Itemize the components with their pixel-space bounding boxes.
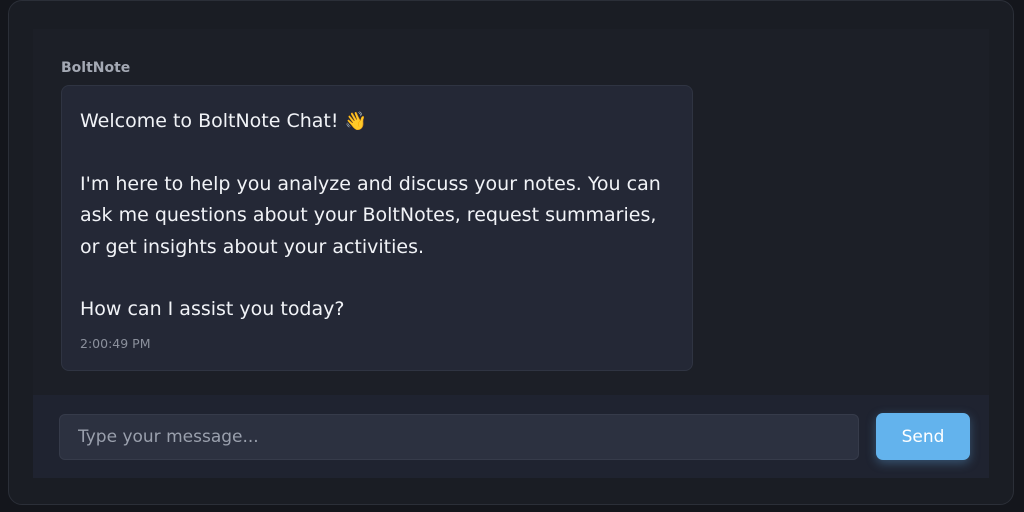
chat-window: BoltNote Welcome to BoltNote Chat! 👋 I'm … bbox=[8, 0, 1014, 505]
composer-bar: Send bbox=[33, 395, 989, 478]
message-bubble: Welcome to BoltNote Chat! 👋 I'm here to h… bbox=[61, 85, 693, 371]
sender-name: BoltNote bbox=[61, 60, 131, 76]
message-input[interactable] bbox=[59, 414, 859, 460]
assistant-message: BoltNote Welcome to BoltNote Chat! 👋 I'm … bbox=[61, 59, 693, 371]
message-timestamp: 2:00:49 PM bbox=[80, 335, 151, 351]
waving-hand-icon: 👋 bbox=[344, 111, 367, 132]
message-body: I'm here to help you analyze and discuss… bbox=[80, 172, 661, 258]
welcome-line: Welcome to BoltNote Chat! 👋 bbox=[80, 106, 674, 138]
message-list: BoltNote Welcome to BoltNote Chat! 👋 I'm … bbox=[33, 29, 989, 395]
send-button[interactable]: Send bbox=[876, 413, 970, 460]
welcome-text: Welcome to BoltNote Chat! bbox=[80, 110, 339, 132]
message-question: How can I assist you today? bbox=[80, 298, 345, 320]
